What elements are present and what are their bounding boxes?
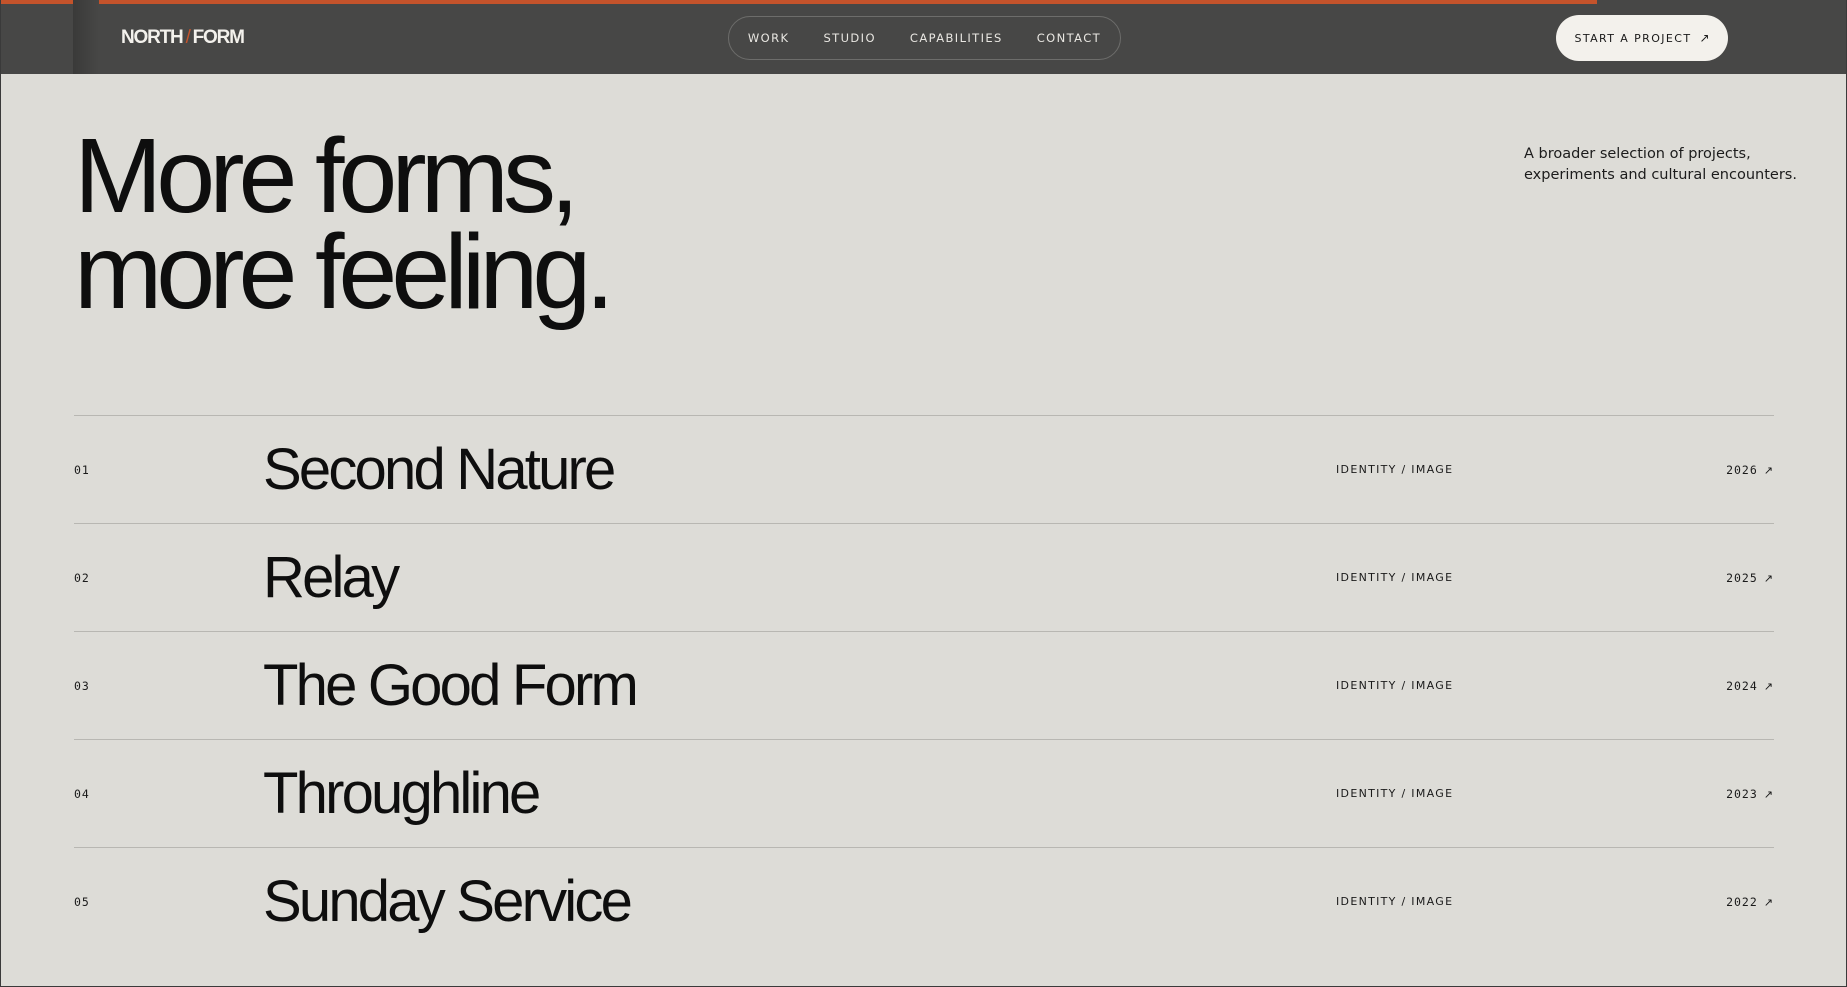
project-title: Sunday Service bbox=[263, 869, 633, 934]
project-year: 2022 ↗ bbox=[1726, 848, 1774, 957]
nav-item-contact[interactable]: CONTACT bbox=[1020, 17, 1118, 59]
nav-item-capabilities[interactable]: CAPABILITIES bbox=[893, 17, 1020, 59]
project-row-throughline[interactable]: 04 Throughline IDENTITY / IMAGE 2023 ↗ bbox=[74, 739, 1774, 847]
start-project-button[interactable]: START A PROJECT ↗ bbox=[1556, 15, 1728, 61]
project-year: 2025 ↗ bbox=[1726, 524, 1774, 633]
arrow-up-right-icon: ↗ bbox=[1763, 788, 1774, 801]
nav-item-work[interactable]: WORK bbox=[731, 17, 807, 59]
logo[interactable]: NORTH / FORM bbox=[121, 26, 245, 50]
project-index: 01 bbox=[74, 463, 90, 477]
project-year-value: 2026 bbox=[1726, 463, 1758, 477]
arrow-up-right-icon: ↗ bbox=[1763, 896, 1774, 909]
project-row-sunday-service[interactable]: 05 Sunday Service IDENTITY / IMAGE 2022 ↗ bbox=[74, 847, 1774, 955]
hero-description: A broader selection of projects, experim… bbox=[1524, 144, 1824, 186]
project-tags: IDENTITY / IMAGE bbox=[1336, 571, 1454, 584]
project-row-the-good-form[interactable]: 03 The Good Form IDENTITY / IMAGE 2024 ↗ bbox=[74, 631, 1774, 739]
start-project-label: START A PROJECT bbox=[1574, 31, 1692, 45]
project-index: 03 bbox=[74, 679, 90, 693]
project-year: 2023 ↗ bbox=[1726, 740, 1774, 849]
hero-title-line-1: More forms, bbox=[74, 117, 579, 235]
arrow-up-right-icon: ↗ bbox=[1763, 680, 1774, 693]
project-title: Relay bbox=[263, 545, 400, 610]
project-index: 02 bbox=[74, 571, 90, 585]
project-year: 2026 ↗ bbox=[1726, 416, 1774, 525]
project-title: Second Nature bbox=[263, 437, 616, 502]
header-shade bbox=[73, 0, 99, 74]
scroll-progress-bar bbox=[1, 0, 1597, 4]
nav-item-studio[interactable]: STUDIO bbox=[806, 17, 892, 59]
project-tags: IDENTITY / IMAGE bbox=[1336, 679, 1454, 692]
project-year-value: 2024 bbox=[1726, 679, 1758, 693]
project-tags: IDENTITY / IMAGE bbox=[1336, 787, 1454, 800]
page: NORTH / FORM WORK STUDIO CAPABILITIES CONT… bbox=[0, 0, 1847, 987]
project-row-second-nature[interactable]: 01 Second Nature IDENTITY / IMAGE 2026 ↗ bbox=[74, 415, 1774, 523]
hero-description-line-1: A broader selection of projects, bbox=[1524, 146, 1751, 162]
project-tags: IDENTITY / IMAGE bbox=[1336, 463, 1454, 476]
hero-title-line-2: more feeling. bbox=[74, 213, 615, 331]
site-header: NORTH / FORM WORK STUDIO CAPABILITIES CONT… bbox=[1, 0, 1846, 74]
project-tags: IDENTITY / IMAGE bbox=[1336, 895, 1454, 908]
logo-north: NORTH bbox=[121, 27, 184, 48]
main-nav: WORK STUDIO CAPABILITIES CONTACT bbox=[728, 16, 1121, 60]
project-title: Throughline bbox=[263, 761, 541, 826]
hero-description-line-2: experiments and cultural encounters. bbox=[1524, 167, 1797, 183]
logo-form: FORM bbox=[192, 27, 245, 48]
project-list: 01 Second Nature IDENTITY / IMAGE 2026 ↗ … bbox=[74, 415, 1774, 955]
arrow-up-right-icon: ↗ bbox=[1699, 31, 1710, 45]
project-year-value: 2025 bbox=[1726, 571, 1758, 585]
project-year: 2024 ↗ bbox=[1726, 632, 1774, 741]
arrow-up-right-icon: ↗ bbox=[1763, 464, 1774, 477]
project-title: The Good Form bbox=[263, 653, 639, 718]
hero-title: More forms, more feeling. bbox=[74, 117, 615, 331]
project-index: 05 bbox=[74, 895, 90, 909]
project-year-value: 2023 bbox=[1726, 787, 1758, 801]
logo-slash: / bbox=[185, 27, 191, 48]
project-row-relay[interactable]: 02 Relay IDENTITY / IMAGE 2025 ↗ bbox=[74, 523, 1774, 631]
project-index: 04 bbox=[74, 787, 90, 801]
project-year-value: 2022 bbox=[1726, 895, 1758, 909]
arrow-up-right-icon: ↗ bbox=[1763, 572, 1774, 585]
